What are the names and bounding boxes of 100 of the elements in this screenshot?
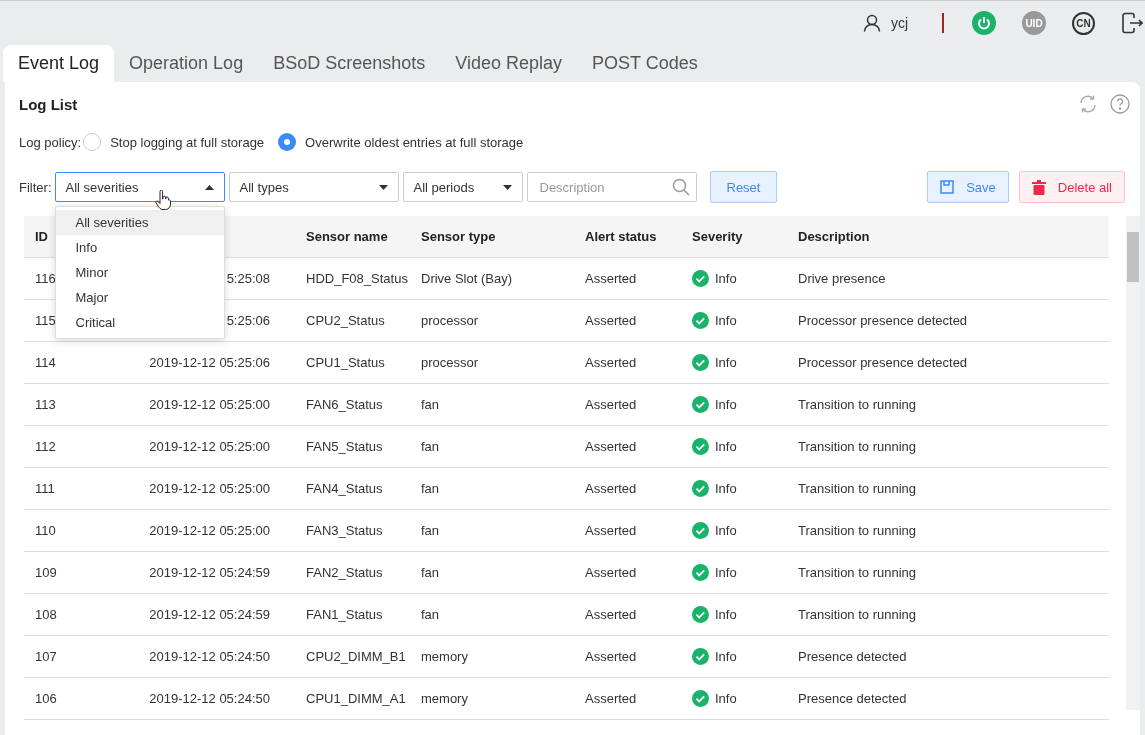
check-circle-icon bbox=[692, 438, 709, 455]
table-cell: CPU1_DIMM_A1 bbox=[306, 691, 406, 706]
refresh-button[interactable] bbox=[1078, 94, 1098, 114]
table-cell: Presence detected bbox=[798, 649, 907, 664]
severity-text: Info bbox=[715, 313, 737, 328]
tab[interactable]: POST Codes bbox=[577, 45, 713, 82]
refresh-icon bbox=[1078, 94, 1098, 114]
table-cell: 2019-12-12 05:25:06 bbox=[149, 355, 270, 370]
table-cell: memory bbox=[421, 649, 468, 664]
scrollbar[interactable] bbox=[1126, 216, 1140, 710]
severity-text: Info bbox=[715, 649, 737, 664]
table-cell: CPU2_DIMM_B1 bbox=[306, 649, 406, 664]
check-circle-icon bbox=[692, 606, 709, 623]
save-icon bbox=[940, 180, 955, 194]
table-cell: fan bbox=[421, 481, 440, 496]
table-cell: 5:25:06 bbox=[226, 313, 270, 328]
filter-label: Filter: bbox=[19, 179, 52, 195]
dropdown-option[interactable]: Major bbox=[55, 285, 224, 310]
table-cell: Drive Slot (Bay) bbox=[421, 271, 513, 286]
table-cell: 2019-12-12 05:24:59 bbox=[149, 607, 270, 622]
severity-text: Info bbox=[715, 565, 737, 580]
table-cell: CPU1_Status bbox=[306, 355, 385, 370]
table-cell: Asserted bbox=[585, 691, 637, 706]
table-cell: Asserted bbox=[585, 649, 637, 664]
delete-all-button[interactable]: Delete all bbox=[1018, 171, 1125, 203]
table-cell: Drive presence bbox=[798, 271, 886, 286]
dropdown-option[interactable]: Minor bbox=[55, 260, 224, 285]
table-cell: fan bbox=[421, 607, 440, 622]
table-cell: 2019-12-12 05:24:50 bbox=[149, 691, 270, 706]
severity-text: Info bbox=[715, 397, 737, 412]
table-cell: Transition to running bbox=[798, 439, 917, 454]
tab[interactable]: Video Replay bbox=[440, 45, 577, 82]
table-cell: 114 bbox=[35, 355, 56, 370]
table-cell: 2019-12-12 05:25:00 bbox=[149, 481, 270, 496]
table-cell: Asserted bbox=[585, 607, 637, 622]
table-cell: Asserted bbox=[585, 439, 637, 454]
table-cell: Transition to running bbox=[798, 523, 917, 538]
table-cell: 115 bbox=[35, 313, 56, 328]
severity-text: Info bbox=[715, 481, 737, 496]
table-cell: FAN3_Status bbox=[306, 523, 383, 538]
filter-select[interactable]: All periods bbox=[402, 172, 523, 202]
table-cell: 5:25:08 bbox=[226, 271, 270, 286]
table-cell: HDD_F08_Status bbox=[306, 271, 408, 286]
check-circle-icon bbox=[692, 354, 709, 371]
help-icon bbox=[1110, 94, 1130, 114]
table-cell: processor bbox=[421, 313, 479, 328]
table-cell: Transition to running bbox=[798, 481, 917, 496]
check-circle-icon bbox=[692, 270, 709, 287]
column-header: Severity bbox=[691, 229, 744, 244]
table-cell: memory bbox=[421, 691, 468, 706]
filter-select[interactable]: All types bbox=[228, 172, 399, 202]
caret-icon bbox=[378, 184, 388, 190]
table-cell: 107 bbox=[35, 649, 57, 664]
search-icon bbox=[671, 178, 690, 196]
tab[interactable]: Operation Log bbox=[114, 45, 259, 82]
table-cell: Transition to running bbox=[798, 607, 917, 622]
logout-button[interactable] bbox=[1121, 12, 1143, 34]
search-field[interactable]: Description bbox=[526, 172, 697, 202]
table-cell: fan bbox=[421, 439, 440, 454]
table-cell: Transition to running bbox=[798, 565, 917, 580]
column-header: ID bbox=[34, 229, 49, 244]
dropdown-option[interactable]: Critical bbox=[55, 310, 224, 335]
check-circle-icon bbox=[692, 396, 709, 413]
table-cell: FAN5_Status bbox=[306, 439, 383, 454]
severity-text: Info bbox=[715, 355, 737, 370]
severity-text: Info bbox=[715, 523, 737, 538]
filter-select[interactable]: All severities bbox=[54, 172, 225, 202]
table-cell: processor bbox=[421, 355, 479, 370]
check-circle-icon bbox=[692, 648, 709, 665]
table-cell: 109 bbox=[35, 565, 57, 580]
table-cell: FAN4_Status bbox=[306, 481, 383, 496]
severity-text: Info bbox=[715, 439, 737, 454]
table-cell: 108 bbox=[35, 607, 57, 622]
check-circle-icon bbox=[692, 312, 709, 329]
table-cell: CPU2_Status bbox=[306, 313, 385, 328]
policy-radio[interactable]: Stop logging at full storage bbox=[83, 133, 265, 151]
user-icon bbox=[862, 14, 881, 32]
table-cell: 113 bbox=[35, 397, 56, 412]
table-cell: Asserted bbox=[585, 481, 637, 496]
power-button[interactable] bbox=[972, 11, 996, 35]
dropdown-option[interactable]: Info bbox=[55, 235, 224, 260]
dropdown-option[interactable]: All severities bbox=[55, 210, 224, 235]
table-cell: Asserted bbox=[585, 271, 637, 286]
table-cell: 2019-12-12 05:25:00 bbox=[149, 397, 270, 412]
table-cell: Asserted bbox=[585, 397, 637, 412]
check-circle-icon bbox=[692, 480, 709, 497]
language-button[interactable]: CN bbox=[1072, 11, 1095, 35]
tab[interactable]: BSoD Screenshots bbox=[258, 45, 441, 82]
user-name[interactable]: ycj bbox=[890, 15, 908, 31]
table-cell: 2019-12-12 05:24:50 bbox=[149, 649, 270, 664]
panel-title: Log List bbox=[19, 95, 78, 113]
table-cell: Asserted bbox=[585, 523, 637, 538]
policy-radio[interactable]: Overwrite oldest entries at full storage bbox=[278, 133, 524, 151]
table-cell: FAN1_Status bbox=[306, 607, 383, 622]
help-button[interactable] bbox=[1110, 94, 1130, 114]
table-cell: fan bbox=[421, 397, 440, 412]
power-icon bbox=[977, 16, 991, 30]
table-cell: fan bbox=[421, 565, 440, 580]
tab[interactable]: Event Log bbox=[3, 45, 115, 82]
caret-icon bbox=[502, 184, 512, 190]
